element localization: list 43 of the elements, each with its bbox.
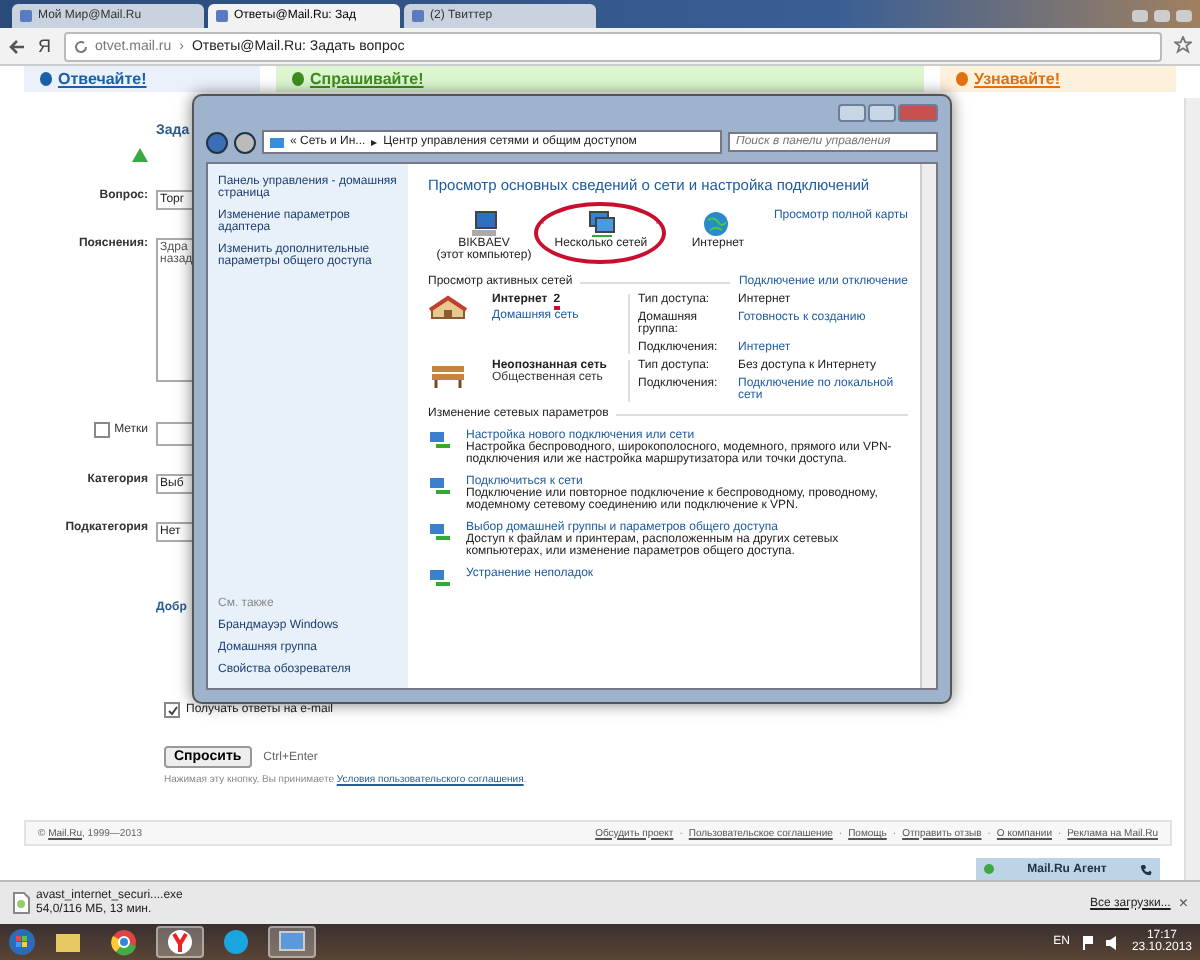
speaker-icon: [1105, 935, 1120, 949]
window-scrollbar[interactable]: [920, 164, 936, 688]
file-icon: [12, 892, 30, 914]
banner-icon: [292, 72, 304, 86]
networks-icon: [585, 210, 616, 238]
banner-link[interactable]: Спрашивайте!: [276, 66, 924, 92]
email-checkbox[interactable]: [164, 702, 180, 718]
banner-icon: [40, 72, 52, 86]
yandex-logo[interactable]: Я: [38, 36, 51, 56]
input-field[interactable]: [156, 422, 196, 446]
browser-icon: [166, 928, 194, 956]
banner-icon: [956, 72, 968, 86]
flag-icon: [1081, 935, 1094, 949]
close-button[interactable]: [898, 103, 938, 121]
network-task-icon: [428, 430, 452, 450]
chat-icon: [222, 928, 250, 956]
warning-icon: [132, 148, 148, 162]
status-dot-icon: [984, 864, 994, 874]
browser-icon: [110, 928, 138, 956]
computer-icon: [469, 210, 499, 238]
back-arrow-icon: [8, 37, 26, 55]
page-scrollbar[interactable]: [1184, 98, 1200, 880]
house-icon: [428, 294, 468, 324]
globe-icon: [702, 210, 733, 238]
phone-icon: [1140, 863, 1152, 875]
bookmark-star-icon[interactable]: [1174, 35, 1192, 57]
minimize-button[interactable]: [838, 103, 866, 121]
network-task-icon: [428, 522, 452, 542]
maximize-button[interactable]: [868, 103, 896, 121]
close-button[interactable]: ×: [1178, 894, 1188, 912]
network-task-icon: [428, 476, 452, 496]
reload-icon: [73, 39, 87, 53]
back-button[interactable]: [206, 131, 228, 153]
banner-link[interactable]: Отвечайте!: [24, 66, 260, 92]
folder-icon: [54, 928, 82, 956]
forward-button[interactable]: [234, 131, 256, 153]
monitor-icon: [278, 928, 306, 956]
network-icon: [270, 135, 284, 149]
bench-icon: [428, 360, 468, 390]
tags-checkbox[interactable]: [94, 422, 111, 438]
taskbar-button[interactable]: [156, 926, 204, 958]
start-orb-icon: [8, 928, 36, 956]
network-task-icon: [428, 568, 452, 588]
